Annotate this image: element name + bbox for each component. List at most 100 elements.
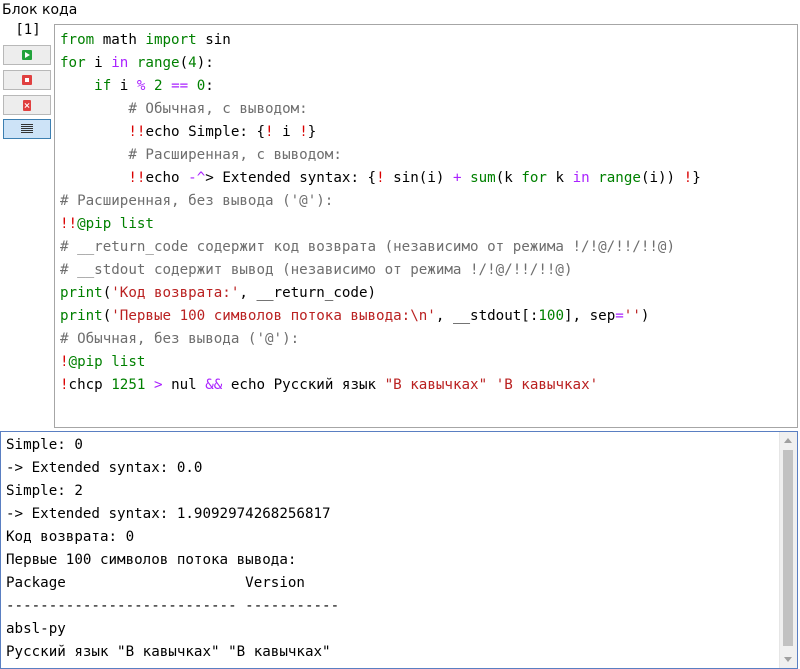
code-token: # Обычная, с выводом: <box>128 101 308 117</box>
code-line: print('Код возврата:', __return_code) <box>60 282 701 305</box>
code-token: # __stdout содержит вывод (независимо от… <box>60 262 573 278</box>
toggle-output-button[interactable] <box>3 119 51 139</box>
list-lines-icon <box>21 124 33 134</box>
code-token: k <box>546 170 573 186</box>
stop-button[interactable] <box>3 70 51 90</box>
code-token: 'В кавычках' <box>495 377 599 393</box>
code-token: for <box>60 55 86 71</box>
cell-number: [1] <box>15 22 41 38</box>
code-token: for <box>521 170 547 186</box>
code-token: in <box>111 55 129 71</box>
code-editor[interactable]: from math import sin for i in range(4): i… <box>54 24 798 428</box>
scroll-thumb[interactable] <box>783 450 793 646</box>
output-line: Первые 100 символов потока вывода: <box>6 552 297 568</box>
code-token: + <box>452 170 462 186</box>
code-token: ( <box>102 308 112 324</box>
code-token: ! <box>60 377 69 393</box>
code-line: !@pip list <box>60 351 701 374</box>
code-token: chcp <box>68 377 112 393</box>
code-line: # __return_code содержит код возврата (н… <box>60 236 701 259</box>
code-token: > Extended syntax: { <box>205 170 377 186</box>
output-line: Simple: 0 <box>6 437 83 453</box>
code-token: (k <box>495 170 522 186</box>
code-token: > <box>153 377 163 393</box>
scroll-up-arrow-icon[interactable] <box>784 438 792 443</box>
code-line: print('Первые 100 символов потока вывода… <box>60 305 701 328</box>
clear-output-icon <box>23 99 31 111</box>
code-token: (i)) <box>640 170 684 186</box>
clear-output-button[interactable] <box>3 95 51 115</box>
stop-icon <box>22 75 32 85</box>
code-token: 'Первые 100 символов потока вывода:\n' <box>111 308 436 324</box>
code-line: # Обычная, с выводом: <box>60 98 701 121</box>
output-line: Package Version <box>6 575 305 591</box>
code-token: math <box>94 32 146 48</box>
code-token: # Расширенная, с выводом: <box>128 147 342 163</box>
output-line: -> Extended syntax: 1.9092974268256817 <box>6 506 331 522</box>
code-token: from <box>60 32 95 48</box>
code-token: ( <box>179 55 189 71</box>
code-token: i <box>85 55 112 71</box>
code-token: } <box>307 124 317 140</box>
code-token: ! <box>299 124 308 140</box>
code-token: i <box>111 78 137 94</box>
code-token: 'Код возврата:' <box>111 285 240 301</box>
code-token: , __return_code) <box>239 285 377 301</box>
output-line: Simple: 2 <box>6 483 83 499</box>
code-token: 1251 <box>111 377 146 393</box>
code-token: !! <box>128 170 146 186</box>
code-token: range <box>598 170 641 186</box>
output-area[interactable]: Simple: 0 -> Extended syntax: 0.0 Simple: … <box>0 431 798 669</box>
code-token: : <box>205 78 214 94</box>
code-token: print <box>60 285 103 301</box>
code-token: sin(i) <box>384 170 453 186</box>
code-line: # Расширенная, без вывода ('@'): <box>60 190 701 213</box>
code-token: range <box>136 55 180 71</box>
code-token: sin <box>196 32 231 48</box>
code-token: nul <box>162 377 206 393</box>
code-token: i <box>273 124 300 140</box>
code-token: ) <box>640 308 650 324</box>
code-token: ): <box>196 55 214 71</box>
block-title: Блок кода <box>2 2 78 18</box>
code-token: -^ <box>188 170 206 186</box>
code-token: echo Русский язык <box>222 377 385 393</box>
code-line: # Расширенная, с выводом: <box>60 144 701 167</box>
code-token: ], sep <box>563 308 616 324</box>
code-token: print <box>60 308 103 324</box>
code-token: in <box>572 170 590 186</box>
code-lines: from math import sin for i in range(4): i… <box>60 29 701 397</box>
code-token: !! <box>128 124 146 140</box>
output-line: -> Extended syntax: 0.0 <box>6 460 203 476</box>
output-line: --------------------------- ----------- <box>6 598 340 614</box>
scroll-down-arrow-icon[interactable] <box>784 657 792 662</box>
code-token: # __return_code содержит код возврата (н… <box>60 239 675 255</box>
run-icon <box>22 50 32 60</box>
output-scrollbar[interactable] <box>779 432 797 668</box>
code-token: @pip list <box>68 354 146 370</box>
code-token: "В кавычках" <box>384 377 488 393</box>
code-token: ( <box>102 285 112 301</box>
code-line: !!@pip list <box>60 213 701 236</box>
code-token: ! <box>265 124 274 140</box>
code-line: !chcp 1251 > nul && echo Русский язык "В… <box>60 374 701 397</box>
code-line: # __stdout содержит вывод (независимо от… <box>60 259 701 282</box>
run-button[interactable] <box>3 45 51 65</box>
output-line: Код возврата: 0 <box>6 529 135 545</box>
output-line: absl-py <box>6 621 66 637</box>
code-token: '' <box>623 308 641 324</box>
code-token: 100 <box>538 308 564 324</box>
code-line: !!echo Simple: {! i !} <box>60 121 701 144</box>
